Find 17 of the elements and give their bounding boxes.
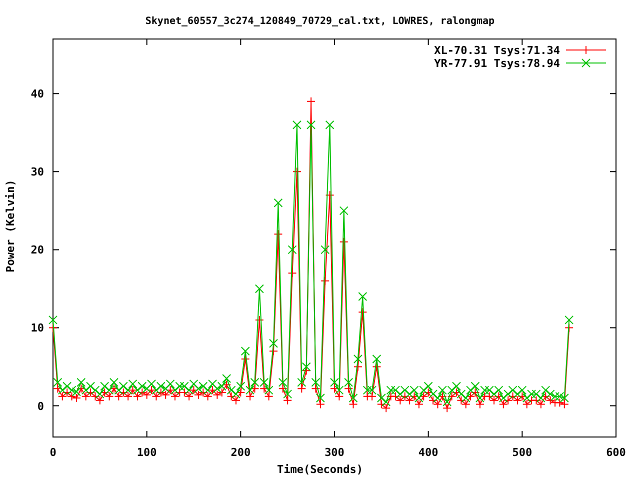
- y-tick-label: 40: [30, 88, 44, 101]
- x-tick-label: 0: [50, 446, 56, 459]
- y-tick-label: 20: [30, 244, 44, 257]
- legend-label: XL-70.31 Tsys:71.34: [434, 44, 560, 57]
- x-tick-label: 500: [512, 446, 532, 459]
- y-tick-label: 10: [30, 322, 44, 335]
- legend-label: YR-77.91 Tsys:78.94: [434, 57, 560, 70]
- chart-title: Skynet_60557_3c274_120849_70729_cal.txt, LOWRES, ralongmap: [145, 16, 495, 27]
- x-tick-label: 400: [418, 446, 438, 459]
- y-tick-label: 0: [37, 400, 44, 413]
- x-axis-label: Time(Seconds): [276, 463, 364, 476]
- x-tick-label: 300: [324, 446, 344, 459]
- x-tick-label: 200: [230, 446, 251, 459]
- y-tick-label: 30: [30, 166, 44, 179]
- x-tick-label: 600: [606, 446, 626, 459]
- x-tick-label: 100: [136, 446, 157, 459]
- y-axis-label: Power (Kelvin): [4, 180, 17, 272]
